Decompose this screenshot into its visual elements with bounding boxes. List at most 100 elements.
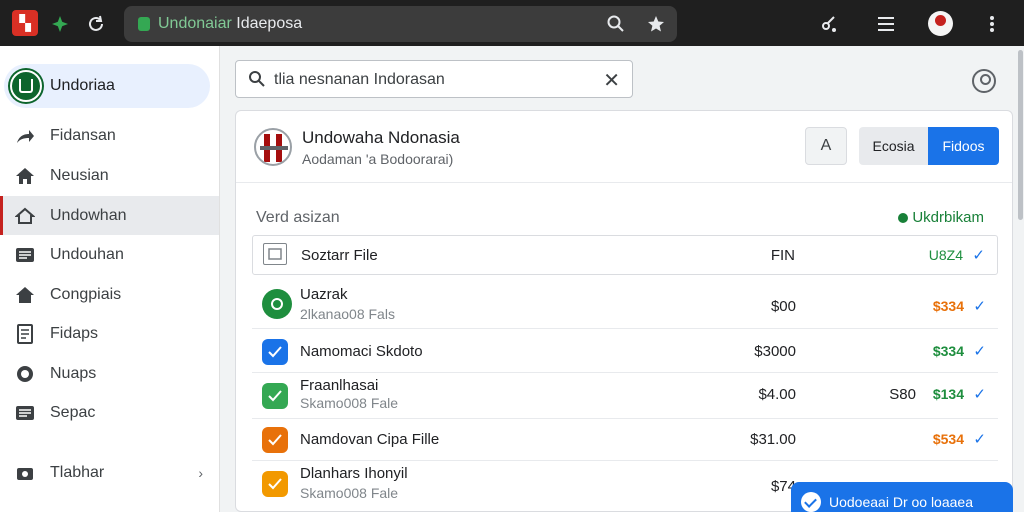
search-input[interactable] <box>274 69 594 91</box>
circle-app-icon <box>262 289 292 319</box>
profile-avatar[interactable] <box>928 11 953 36</box>
check-circle-icon <box>801 492 821 512</box>
row-amount: $4.00 <box>758 386 796 403</box>
sidebar-item-fidaps[interactable]: Fidaps <box>0 314 219 353</box>
row-subtitle: Skamo008 Fale <box>300 395 399 411</box>
sidebar-item-neusian[interactable]: Neusian <box>0 156 219 195</box>
account-circle-icon[interactable] <box>972 69 996 93</box>
row-value: $334 <box>932 298 964 314</box>
row-name: Dlanhars Ihonyil <box>300 465 408 482</box>
chevron-right-icon: › <box>198 464 203 481</box>
app-logo-icon[interactable]: ▚ <box>12 10 38 36</box>
sidebar-item-label: Neusian <box>50 166 109 184</box>
row-name: Fraanlhasai <box>300 377 379 394</box>
notification-toast[interactable]: Uodoeaai Dr oo loaaea <box>791 482 1013 512</box>
row-subtitle: Skamo008 Fale <box>300 485 399 501</box>
ecosia-button[interactable]: Ecosia <box>859 127 928 165</box>
bookmark-star-icon[interactable] <box>644 12 668 36</box>
table-row[interactable]: Namomaci Skdoto $3000 $334 ✓ <box>252 329 998 373</box>
check-app-icon <box>262 339 288 365</box>
sidebar-item-label: Congpiais <box>50 285 122 303</box>
row-amount: $31.00 <box>750 431 796 448</box>
address-bar[interactable]: Undonaiar Idaeposa <box>124 6 677 42</box>
list-icon <box>14 402 36 424</box>
fidoos-button[interactable]: Fidoos <box>928 127 999 165</box>
browser-toolbar: ▚ Undonaiar Idaeposa <box>0 0 1024 46</box>
circle-icon <box>14 363 36 385</box>
check-icon[interactable]: ✓ <box>973 430 986 448</box>
check-icon[interactable]: ✓ <box>973 385 986 403</box>
check-icon[interactable]: ✓ <box>972 246 985 264</box>
reload-icon[interactable] <box>84 12 108 36</box>
check-app-icon <box>262 427 288 453</box>
arrow-icon <box>14 125 36 147</box>
row-value: $334 <box>932 343 964 359</box>
camera-icon <box>14 462 36 484</box>
check-app-icon <box>262 383 288 409</box>
share-icon[interactable] <box>818 12 842 36</box>
row-name: Namomaci Skdoto <box>300 343 423 360</box>
check-icon[interactable]: ✓ <box>973 297 986 315</box>
clear-search-icon[interactable]: ✕ <box>603 68 620 93</box>
search-icon <box>248 70 266 93</box>
sidebar-header-label: Undoriaa <box>50 77 115 94</box>
status-badge: Ukdrbikam <box>898 209 984 226</box>
extension-icon[interactable] <box>48 12 72 36</box>
row-amount-secondary: S80 <box>889 386 916 403</box>
header-value: U8Z4 <box>928 247 963 263</box>
home-icon <box>14 284 36 306</box>
org-title: Undowaha Ndonasia <box>302 128 460 147</box>
doc-icon <box>14 323 36 345</box>
org-subtitle: Aodaman 'a Bodoorarai) <box>302 151 454 167</box>
sidebar-item-label: Undouhan <box>50 245 124 263</box>
url-text: Undonaiar Idaeposa <box>158 15 303 32</box>
sidebar-item-label: Nuaps <box>50 364 97 382</box>
file-icon <box>263 243 287 265</box>
sidebar-item-tlabhar[interactable]: Tlabhar › <box>0 453 219 492</box>
org-logo-icon <box>254 128 292 166</box>
organization-card: Undowaha Ndonasia Aodaman 'a Bodoorarai)… <box>235 110 1013 512</box>
sidebar-item-label: Fidaps <box>50 324 99 342</box>
search-box: ✕ <box>235 60 633 98</box>
sidebar-item-label: Sepac <box>50 403 96 421</box>
sidebar-item-sepac[interactable]: Sepac <box>0 393 219 432</box>
check-icon[interactable]: ✓ <box>973 342 986 360</box>
row-name: Uazrak <box>300 286 348 303</box>
menu-icon[interactable] <box>874 12 898 36</box>
check-app-icon <box>262 471 288 497</box>
search-icon[interactable] <box>604 12 628 36</box>
scrollbar-thumb[interactable] <box>1018 50 1023 220</box>
status-text: Ukdrbikam <box>912 209 984 226</box>
row-subtitle: 2lkanao08 Fals <box>300 306 395 322</box>
row-value: $534 <box>932 431 964 447</box>
action-a-button[interactable]: A <box>805 127 847 165</box>
sidebar-item-nuaps[interactable]: Nuaps <box>0 354 219 393</box>
status-dot-icon <box>898 212 909 223</box>
secure-lock-icon <box>138 17 150 31</box>
header-name: Soztarr File <box>301 247 378 264</box>
row-amount: $00 <box>770 298 796 315</box>
header-amount: FIN <box>770 247 795 264</box>
section-label: Verd asizan <box>256 209 340 226</box>
row-value: $134 <box>932 386 964 402</box>
table-header-row[interactable]: Soztarr File FIN U8Z4 ✓ <box>252 235 998 275</box>
toast-text: Uodoeaai Dr oo loaaea <box>829 494 973 510</box>
row-amount: $3000 <box>754 343 796 360</box>
home-icon <box>14 165 36 187</box>
sidebar-header[interactable]: Undoriaa <box>4 64 210 108</box>
sidebar-item-label: Fidansan <box>50 126 116 144</box>
table-row[interactable]: Fraanlhasai Skamo008 Fale $4.00 S80 $134… <box>252 373 998 419</box>
sidebar-item-congpiais[interactable]: Congpiais <box>0 275 219 314</box>
table-row[interactable]: Uazrak 2lkanao08 Fals $00 $334 ✓ <box>252 277 998 329</box>
list-icon <box>14 244 36 266</box>
more-options-icon[interactable] <box>980 12 1004 36</box>
sidebar-item-fidansan[interactable]: Fidansan <box>0 116 219 155</box>
home-outline-icon <box>14 205 36 227</box>
sidebar-item-label: Tlabhar <box>50 463 105 481</box>
sidebar-item-label: Undowhan <box>50 206 127 224</box>
card-header: Undowaha Ndonasia Aodaman 'a Bodoorarai)… <box>236 111 1012 183</box>
table-row[interactable]: Namdovan Cipa Fille $31.00 $534 ✓ <box>252 419 998 461</box>
sidebar-item-undouhan[interactable]: Undouhan <box>0 235 219 274</box>
sidebar-item-undowhan[interactable]: Undowhan <box>0 196 219 235</box>
toggle-button-group: Ecosia Fidoos <box>859 127 999 165</box>
